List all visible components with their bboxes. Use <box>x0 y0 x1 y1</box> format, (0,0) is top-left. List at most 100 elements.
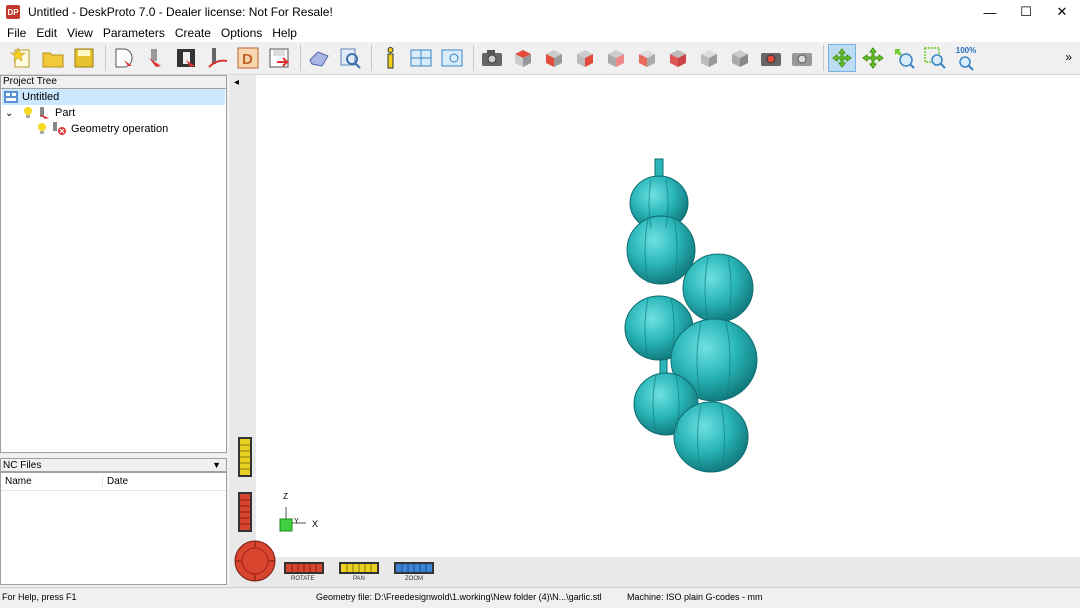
viewport-area: ◂ Z Y X ROTATE PAN ZOOM <box>230 75 1080 587</box>
simulate-button[interactable] <box>305 44 333 72</box>
axis-label-x: X <box>312 519 319 529</box>
column-date[interactable]: Date <box>103 476 128 487</box>
nc-files-dropdown-icon[interactable]: ▼ <box>212 460 221 470</box>
camera-view-button[interactable] <box>478 44 506 72</box>
view-front-button[interactable] <box>540 44 568 72</box>
rotate-thumbwheel-horizontal[interactable] <box>284 562 324 574</box>
zoom-label: ZOOM <box>405 576 423 582</box>
menu-create[interactable]: Create <box>170 26 216 40</box>
cube-left-icon <box>639 50 655 67</box>
view-top-button[interactable] <box>509 44 537 72</box>
cube-top-icon <box>515 50 531 67</box>
nc-files-list: Name Date <box>0 472 227 585</box>
status-bar: For Help, press F1 Geometry file: D:\Fre… <box>0 587 1080 608</box>
info-icon <box>387 47 394 69</box>
operation-parameters-icon <box>177 49 195 67</box>
tree-item-untitled[interactable]: Untitled <box>2 89 225 105</box>
toolpath-button[interactable] <box>203 44 231 72</box>
preview-button[interactable] <box>336 44 364 72</box>
pan-thumbwheel-horizontal[interactable] <box>339 562 379 574</box>
zoom-window-icon <box>924 47 946 69</box>
toolbar-overflow-button[interactable]: » <box>1065 50 1072 64</box>
write-nc-button[interactable] <box>265 44 293 72</box>
view-bottom-button[interactable] <box>664 44 692 72</box>
tree-label-part: Part <box>55 107 76 119</box>
view-controls-bar: ROTATE PAN ZOOM <box>256 557 1080 587</box>
zoom-100-label: 100% <box>955 45 977 55</box>
view-back-button[interactable] <box>602 44 630 72</box>
rotate-dial[interactable] <box>233 539 277 583</box>
pan-label: PAN <box>353 576 365 582</box>
dxf-button[interactable]: D <box>234 44 262 72</box>
write-nc-icon <box>269 48 290 68</box>
view-right-button[interactable] <box>571 44 599 72</box>
view-options-button[interactable] <box>438 44 466 72</box>
zoom-100-icon <box>959 55 974 71</box>
toolbar-separator <box>371 45 372 71</box>
info-button[interactable] <box>376 44 404 72</box>
cube-back-icon <box>608 50 624 67</box>
menu-help[interactable]: Help <box>267 26 302 40</box>
part-icon <box>39 107 49 119</box>
tree-label-untitled: Untitled <box>22 91 60 103</box>
part-params-button[interactable] <box>141 44 169 72</box>
menu-view[interactable]: View <box>62 26 98 40</box>
cube-gray-icon <box>732 50 748 67</box>
zoom-window-button[interactable] <box>921 44 949 72</box>
project-params-button[interactable] <box>110 44 138 72</box>
camera-red-icon <box>761 53 781 66</box>
3d-viewport[interactable]: Z Y X <box>256 75 1080 557</box>
pan-arrows-icon <box>862 47 884 69</box>
minimize-button[interactable]: — <box>972 0 1008 24</box>
pan-thumbwheel-vertical[interactable] <box>238 437 252 477</box>
operation-params-button[interactable] <box>172 44 200 72</box>
view-left-button[interactable] <box>633 44 661 72</box>
view-iso2-button[interactable] <box>726 44 754 72</box>
app-icon: DP <box>6 5 20 19</box>
status-machine: Machine: ISO plain G-codes - mm <box>627 592 763 602</box>
maximize-button[interactable]: ☐ <box>1008 0 1044 24</box>
window-layout-icon <box>410 49 432 67</box>
tree-item-part[interactable]: ⌄ Part <box>5 105 75 121</box>
open-button[interactable] <box>39 44 67 72</box>
zoom-thumbwheel-horizontal[interactable] <box>394 562 434 574</box>
status-geometry-file: Geometry file: D:\Freedesignwold\1.worki… <box>316 592 602 602</box>
axis-label-z: Z <box>283 492 288 501</box>
menu-options[interactable]: Options <box>216 26 267 40</box>
toolbar-separator <box>300 45 301 71</box>
zoom-100-button[interactable]: 100% <box>952 44 980 72</box>
menu-edit[interactable]: Edit <box>31 26 62 40</box>
zoom-mode-button[interactable] <box>890 44 918 72</box>
layout-button[interactable] <box>407 44 435 72</box>
axis-triad-icon <box>279 507 306 532</box>
column-name[interactable]: Name <box>1 476 103 487</box>
toolbar-separator <box>823 45 824 71</box>
view-iso1-button[interactable] <box>695 44 723 72</box>
pan-mode-button[interactable] <box>859 44 887 72</box>
menu-file[interactable]: File <box>2 26 31 40</box>
title-bar: DP Untitled - DeskProto 7.0 - Dealer lic… <box>0 0 1080 24</box>
new-project-button[interactable] <box>8 44 36 72</box>
expand-chevron-icon[interactable]: ⌄ <box>5 108 17 119</box>
rotate-thumbwheel-vertical[interactable] <box>238 492 252 532</box>
svg-text:D: D <box>242 51 253 68</box>
toolbar-separator <box>105 45 106 71</box>
cube-iso-icon <box>701 50 717 67</box>
render-camera-button[interactable] <box>757 44 785 72</box>
save-button[interactable] <box>70 44 98 72</box>
left-panel: Project Tree Untitled ⌄ Part Geometry op… <box>0 75 227 587</box>
lightbulb-icon <box>38 123 46 134</box>
nc-files-title: NC Files <box>3 459 42 471</box>
rotate-mode-button[interactable] <box>828 44 856 72</box>
project-tree: Untitled ⌄ Part Geometry operation <box>0 88 227 453</box>
status-help: For Help, press F1 <box>2 592 77 602</box>
collapse-panel-button[interactable]: ◂ <box>234 77 239 88</box>
toolbar-separator <box>473 45 474 71</box>
tree-item-geometry-operation[interactable]: Geometry operation <box>37 121 168 137</box>
menu-parameters[interactable]: Parameters <box>98 26 170 40</box>
close-button[interactable]: ✕ <box>1044 0 1080 24</box>
render-camera2-button[interactable] <box>788 44 816 72</box>
cube-right-icon <box>577 50 593 67</box>
menu-bar: File Edit View Parameters Create Options… <box>0 24 1080 42</box>
project-parameters-icon <box>115 48 133 68</box>
